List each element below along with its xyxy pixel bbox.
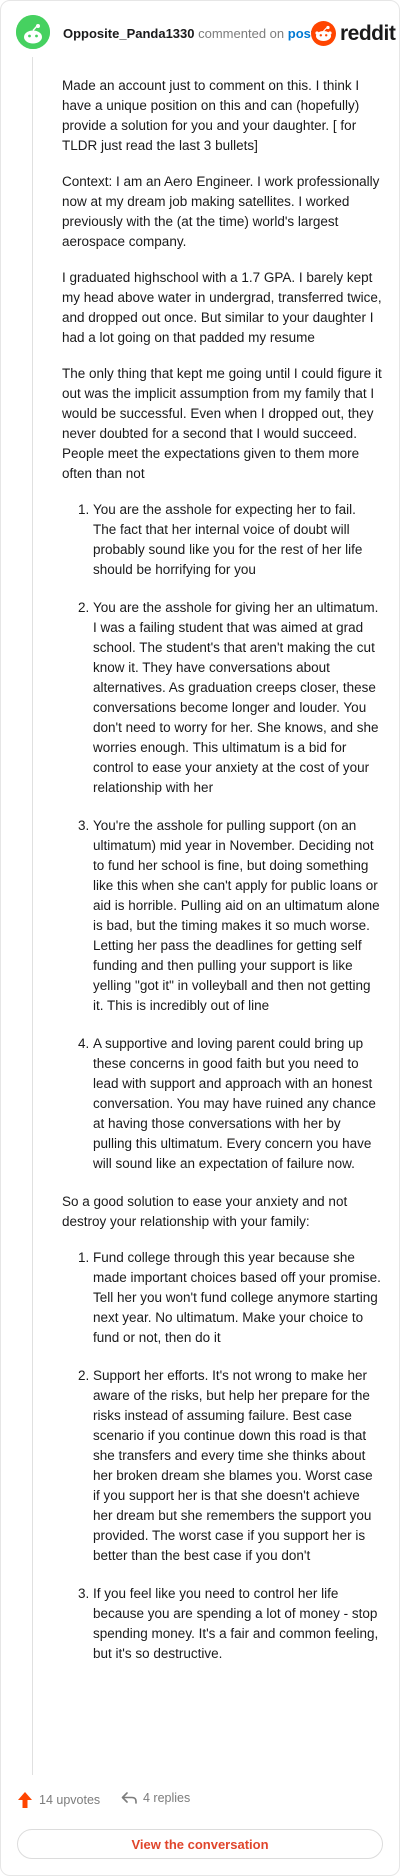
avatar[interactable] bbox=[16, 15, 50, 49]
solution-list: Fund college through this year because s… bbox=[62, 1248, 382, 1664]
username-link[interactable]: Opposite_Panda1330 bbox=[63, 26, 195, 41]
replies-control[interactable]: 4 replies bbox=[121, 1791, 190, 1805]
comment-body: Made an account just to comment on this.… bbox=[62, 76, 382, 1682]
reddit-logo[interactable]: reddit bbox=[311, 21, 396, 47]
view-conversation-button[interactable]: View the conversation bbox=[17, 1829, 383, 1859]
upvote-count: 14 upvotes bbox=[39, 1793, 101, 1807]
comment-paragraph: Context: I am an Aero Engineer. I work p… bbox=[62, 174, 380, 249]
list-item: Support her efforts. It's not wrong to m… bbox=[93, 1366, 382, 1566]
list-item: You are the asshole for giving her an ul… bbox=[93, 598, 382, 798]
reply-count: 4 replies bbox=[143, 1791, 191, 1805]
list-item: Fund college through this year because s… bbox=[93, 1248, 382, 1348]
comment-card: Opposite_Panda1330 commented on post red… bbox=[0, 0, 400, 1876]
comment-header: Opposite_Panda1330 commented on post red… bbox=[1, 1, 399, 65]
list-item: If you feel like you need to control her… bbox=[93, 1584, 382, 1664]
comment-meta: Opposite_Panda1330 commented on post bbox=[63, 26, 315, 42]
action-text: commented on bbox=[198, 26, 285, 41]
upvote-control[interactable]: 14 upvotes bbox=[17, 1791, 100, 1809]
list-item: You are the asshole for expecting her to… bbox=[93, 500, 382, 580]
comment-paragraph: I graduated highschool with a 1.7 GPA. I… bbox=[62, 270, 382, 345]
list-item: You're the asshole for pulling support (… bbox=[93, 816, 382, 1016]
reply-arrow-icon bbox=[121, 1792, 137, 1804]
list-item: A supportive and loving parent could bri… bbox=[93, 1034, 382, 1174]
comment-paragraph: The only thing that kept me going until … bbox=[62, 366, 382, 481]
comment-paragraph: So a good solution to ease your anxiety … bbox=[62, 1194, 348, 1229]
comment-footer: 14 upvotes 4 replies bbox=[17, 1791, 387, 1815]
comment-paragraph: Made an account just to comment on this.… bbox=[62, 78, 360, 153]
upvote-arrow-icon[interactable] bbox=[17, 1791, 33, 1809]
snoo-avatar-icon bbox=[16, 15, 50, 49]
asshole-points-list: You are the asshole for expecting her to… bbox=[62, 500, 382, 1174]
reddit-wordmark: reddit bbox=[340, 22, 396, 45]
reddit-snoo-icon bbox=[311, 21, 336, 46]
thread-line[interactable] bbox=[32, 57, 33, 1775]
